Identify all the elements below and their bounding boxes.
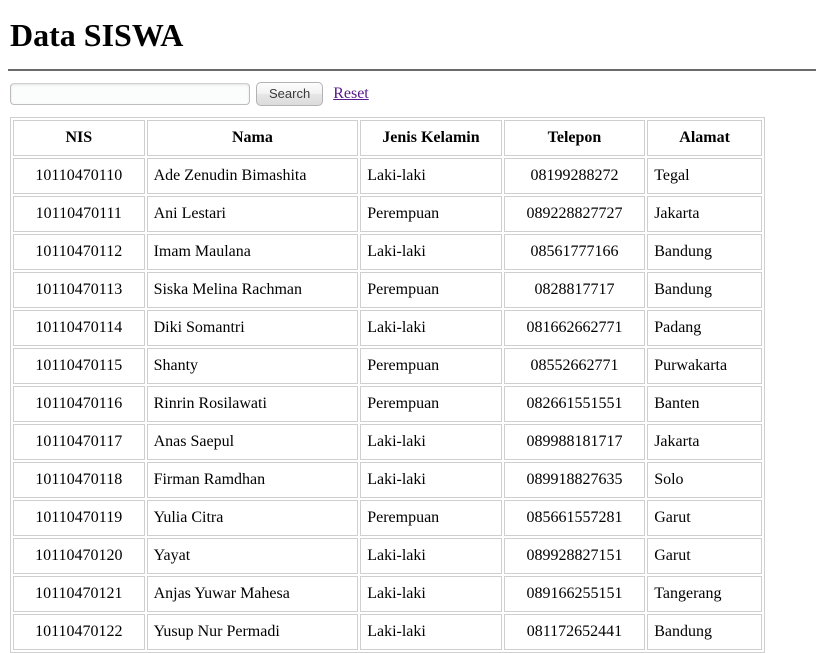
cell-telepon: 08552662771: [503, 348, 646, 385]
cell-telepon: 089928827151: [503, 538, 646, 575]
cell-jenis-kelamin: Laki-laki: [360, 538, 502, 575]
cell-alamat: Solo: [647, 462, 762, 499]
table-row: 10110470120 Yayat Laki-laki 089928827151 Gar…: [13, 538, 762, 575]
cell-nis: 10110470113: [13, 272, 145, 309]
cell-jenis-kelamin: Perempuan: [360, 348, 502, 385]
table-row: 10110470119 Yulia Citra Perempuan 085661557…: [13, 500, 762, 537]
table-row: 10110470110 Ade Zenudin Bimashita Laki-lak…: [13, 158, 762, 195]
table-body: 10110470110 Ade Zenudin Bimashita Laki-lak…: [13, 158, 762, 651]
cell-jenis-kelamin: Perempuan: [360, 272, 502, 309]
cell-alamat: Garut: [647, 538, 762, 575]
cell-nama: Ani Lestari: [146, 196, 359, 233]
page-container: Data SISWA Search Reset NIS Nama Jenis K…: [0, 0, 824, 653]
table-row: 10110470111 Ani Lestari Perempuan 089228827…: [13, 196, 762, 233]
cell-nis: 10110470115: [13, 348, 145, 385]
cell-telepon: 0828817717: [503, 272, 646, 309]
search-bar: Search Reset: [10, 81, 816, 107]
cell-nama: Yayat: [146, 538, 359, 575]
cell-nis: 10110470122: [13, 614, 145, 651]
reset-link[interactable]: Reset: [333, 85, 369, 103]
cell-alamat: Jakarta: [647, 196, 762, 233]
cell-alamat: Bandung: [647, 234, 762, 271]
cell-nama: Firman Ramdhan: [146, 462, 359, 499]
cell-telepon: 089988181717: [503, 424, 646, 461]
cell-telepon: 081662662771: [503, 310, 646, 347]
cell-nama: Rinrin Rosilawati: [146, 386, 359, 423]
search-button[interactable]: Search: [256, 82, 324, 107]
header-divider: [8, 69, 816, 72]
table-row: 10110470113 Siska Melina Rachman Perempuan…: [13, 272, 762, 309]
cell-alamat: Banten: [647, 386, 762, 423]
table-row: 10110470118 Firman Ramdhan Laki-laki 089918…: [13, 462, 762, 499]
page-title: Data SISWA: [10, 17, 184, 53]
cell-nama: Anjas Yuwar Mahesa: [146, 576, 359, 613]
table-row: 10110470114 Diki Somantri Laki-laki 0816626…: [13, 310, 762, 347]
table-head: NIS Nama Jenis Kelamin Telepon Alamat: [13, 120, 762, 157]
table-row: 10110470116 Rinrin Rosilawati Perempuan 082…: [13, 386, 762, 423]
cell-nama: Imam Maulana: [146, 234, 359, 271]
cell-telepon: 082661551551: [503, 386, 646, 423]
table-row: 10110470121 Anjas Yuwar Mahesa Laki-laki 08…: [13, 576, 762, 613]
cell-telepon: 089918827635: [503, 462, 646, 499]
cell-alamat: Padang: [647, 310, 762, 347]
cell-jenis-kelamin: Perempuan: [360, 386, 502, 423]
cell-telepon: 08561777166: [503, 234, 646, 271]
cell-nis: 10110470114: [13, 310, 145, 347]
cell-jenis-kelamin: Perempuan: [360, 196, 502, 233]
cell-jenis-kelamin: Laki-laki: [360, 310, 502, 347]
cell-telepon: 08199288272: [503, 158, 646, 195]
cell-telepon: 089228827727: [503, 196, 646, 233]
cell-nis: 10110470118: [13, 462, 145, 499]
column-header-alamat: Alamat: [647, 120, 762, 157]
cell-telepon: 085661557281: [503, 500, 646, 537]
cell-nis: 10110470116: [13, 386, 145, 423]
table-header-row: NIS Nama Jenis Kelamin Telepon Alamat: [13, 120, 762, 157]
cell-jenis-kelamin: Perempuan: [360, 500, 502, 537]
column-header-jenis-kelamin: Jenis Kelamin: [360, 120, 502, 157]
table-row: 10110470112 Imam Maulana Laki-laki 08561777…: [13, 234, 762, 271]
cell-jenis-kelamin: Laki-laki: [360, 234, 502, 271]
cell-nis: 10110470119: [13, 500, 145, 537]
cell-nama: Siska Melina Rachman: [146, 272, 359, 309]
cell-nama: Ade Zenudin Bimashita: [146, 158, 359, 195]
cell-nis: 10110470121: [13, 576, 145, 613]
cell-alamat: Tangerang: [647, 576, 762, 613]
cell-nis: 10110470112: [13, 234, 145, 271]
cell-nama: Yusup Nur Permadi: [146, 614, 359, 651]
cell-alamat: Jakarta: [647, 424, 762, 461]
cell-nis: 10110470111: [13, 196, 145, 233]
cell-alamat: Garut: [647, 500, 762, 537]
students-table: NIS Nama Jenis Kelamin Telepon Alamat 10…: [10, 117, 765, 653]
cell-alamat: Bandung: [647, 272, 762, 309]
cell-nama: Diki Somantri: [146, 310, 359, 347]
cell-nis: 10110470110: [13, 158, 145, 195]
cell-jenis-kelamin: Laki-laki: [360, 462, 502, 499]
table-row: 10110470117 Anas Saepul Laki-laki 089988181…: [13, 424, 762, 461]
cell-nama: Yulia Citra: [146, 500, 359, 537]
cell-nis: 10110470120: [13, 538, 145, 575]
cell-jenis-kelamin: Laki-laki: [360, 158, 502, 195]
cell-alamat: Tegal: [647, 158, 762, 195]
cell-jenis-kelamin: Laki-laki: [360, 424, 502, 461]
cell-telepon: 081172652441: [503, 614, 646, 651]
cell-nama: Anas Saepul: [146, 424, 359, 461]
cell-telepon: 089166255151: [503, 576, 646, 613]
cell-nis: 10110470117: [13, 424, 145, 461]
cell-jenis-kelamin: Laki-laki: [360, 576, 502, 613]
cell-alamat: Purwakarta: [647, 348, 762, 385]
table-row: 10110470115 Shanty Perempuan 08552662771 Pur…: [13, 348, 762, 385]
search-input[interactable]: [10, 83, 250, 106]
table-row: 10110470122 Yusup Nur Permadi Laki-laki 081…: [13, 614, 762, 651]
cell-jenis-kelamin: Laki-laki: [360, 614, 502, 651]
column-header-nama: Nama: [146, 120, 359, 157]
column-header-telepon: Telepon: [503, 120, 646, 157]
column-header-nis: NIS: [13, 120, 145, 157]
cell-nama: Shanty: [146, 348, 359, 385]
cell-alamat: Bandung: [647, 614, 762, 651]
